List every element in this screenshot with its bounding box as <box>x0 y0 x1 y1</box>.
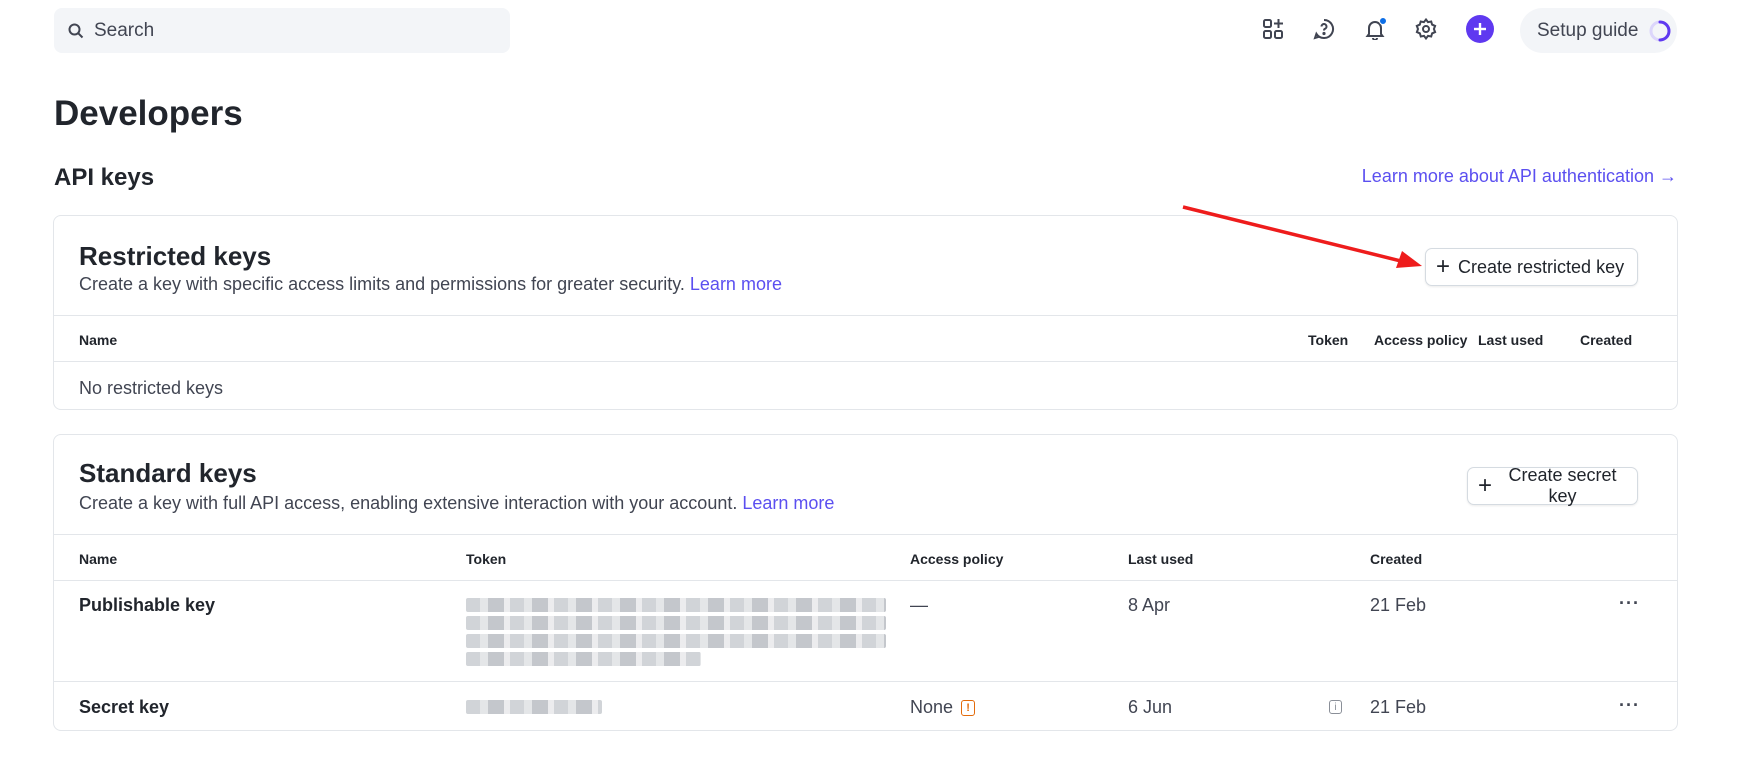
key-name-secret[interactable]: Secret key <box>79 697 169 718</box>
notification-dot <box>1379 17 1387 25</box>
access-policy-secret-value: None <box>910 697 954 717</box>
plus-icon: + <box>1478 472 1493 499</box>
column-header-access-policy: Access policy <box>910 551 1004 567</box>
info-icon[interactable]: i <box>1329 700 1342 714</box>
restricted-keys-description-text: Create a key with specific access limits… <box>79 274 685 294</box>
search-icon <box>68 23 84 38</box>
restricted-learn-more-link[interactable]: Learn more <box>690 274 782 294</box>
top-actions <box>1258 14 1494 44</box>
notifications-icon[interactable] <box>1360 14 1390 44</box>
column-header-created: Created <box>1370 551 1423 567</box>
search-bar[interactable]: Search <box>54 8 510 53</box>
standard-learn-more-link[interactable]: Learn more <box>742 493 834 513</box>
row-more-menu-icon[interactable]: ··· <box>1619 593 1640 614</box>
plus-icon: + <box>1436 253 1451 280</box>
restricted-keys-title: Restricted keys <box>79 241 272 271</box>
restricted-keys-description: Create a key with specific access limits… <box>79 274 782 295</box>
created-publishable: 21 Feb <box>1370 595 1427 615</box>
create-secret-key-button[interactable]: + Create secret key <box>1467 465 1638 506</box>
column-header-name: Name <box>79 551 118 567</box>
standard-keys-description-text: Create a key with full API access, enabl… <box>79 493 738 513</box>
page-title: Developers <box>54 94 243 133</box>
setup-guide-label: Setup guide <box>1537 19 1639 41</box>
create-plus-icon[interactable] <box>1466 15 1494 43</box>
divider <box>54 361 1677 362</box>
row-more-menu-icon[interactable]: ··· <box>1619 695 1640 716</box>
create-secret-key-label: Create secret key <box>1508 465 1617 506</box>
column-header-token: Token <box>1308 332 1349 348</box>
setup-guide-button[interactable]: Setup guide <box>1520 8 1677 53</box>
created-secret: 21 Feb <box>1370 697 1427 717</box>
create-restricted-key-label: Create restricted key <box>1458 256 1625 277</box>
progress-ring-icon <box>1649 20 1671 41</box>
standard-keys-title: Standard keys <box>79 458 257 488</box>
access-policy-publishable: — <box>910 595 928 615</box>
column-header-last-used: Last used <box>1478 332 1544 348</box>
divider <box>54 580 1677 581</box>
section-title: API keys <box>54 164 155 191</box>
last-used-secret: 6 Jun <box>1128 697 1173 717</box>
column-header-access-policy: Access policy <box>1374 332 1468 348</box>
settings-icon[interactable] <box>1411 14 1441 44</box>
key-name-publishable[interactable]: Publishable key <box>79 595 215 616</box>
divider <box>54 681 1677 682</box>
column-header-last-used: Last used <box>1128 551 1194 567</box>
column-header-token: Token <box>466 551 507 567</box>
restricted-keys-card: Restricted keys Create a key with specif… <box>53 215 1678 410</box>
column-header-created: Created <box>1580 332 1633 348</box>
help-icon[interactable] <box>1309 14 1339 44</box>
column-header-name: Name <box>79 332 118 348</box>
warning-icon[interactable]: ! <box>961 700 976 717</box>
access-policy-secret: None! <box>910 697 976 718</box>
apps-icon[interactable] <box>1258 14 1288 44</box>
divider <box>54 534 1677 535</box>
empty-state-text: No restricted keys <box>79 378 224 398</box>
last-used-publishable: 8 Apr <box>1128 595 1171 615</box>
standard-keys-description: Create a key with full API access, enabl… <box>79 493 834 514</box>
standard-keys-card: Standard keys Create a key with full API… <box>53 434 1678 731</box>
divider <box>54 315 1677 316</box>
create-restricted-key-button[interactable]: + Create restricted key <box>1425 248 1638 286</box>
search-placeholder: Search <box>94 19 155 41</box>
learn-more-auth-link[interactable]: Learn more about API authentication → <box>1362 166 1677 187</box>
